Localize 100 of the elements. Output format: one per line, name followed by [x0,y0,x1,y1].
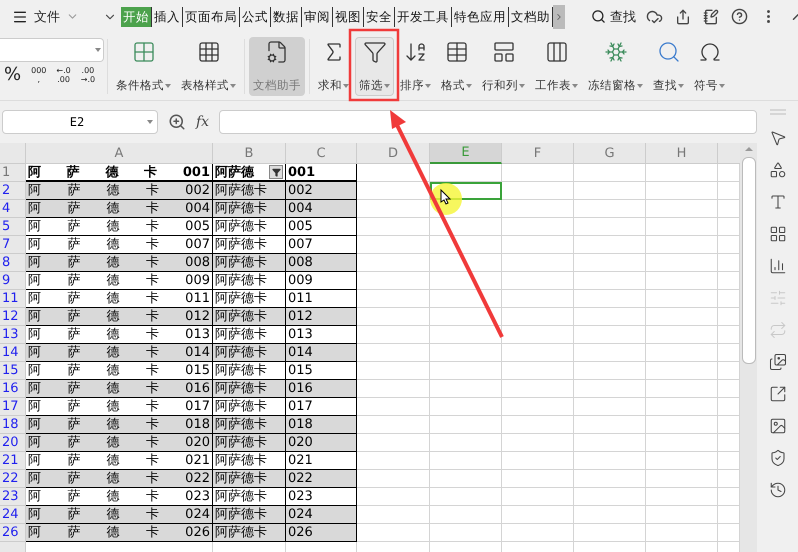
column-header[interactable]: D [357,143,430,164]
ribbon-tab[interactable]: 公式 [240,6,271,26]
ribbon-tab[interactable]: 开发工具 [395,6,452,26]
table-cell: 005 [286,218,357,236]
table-cell: 阿萨德卡 [213,434,286,452]
table-cell: 020 [286,434,357,452]
table-cell: 阿萨德卡 [213,344,286,362]
ribbon-tab[interactable]: 数据 [271,6,302,26]
table-cell: 阿萨德卡 [213,398,286,416]
ribbon-tab[interactable]: 页面布局 [183,6,240,26]
table-cell: 阿萨德卡 [213,470,286,488]
table-cell: 阿 萨 德 卡 018 [26,416,213,434]
table-cell: 阿 萨 德 卡 015 [26,362,213,380]
table-cell: 024 [286,506,357,524]
row-number[interactable]: 21 [0,452,26,470]
table-cell: 阿 萨 德 卡 001 [26,164,213,182]
table-style-button[interactable]: 表格样式 [177,37,240,96]
row-number[interactable]: 15 [0,362,26,380]
row-number[interactable]: 18 [0,416,26,434]
row-number[interactable]: 2 [0,182,26,200]
table-cell: 002 [286,182,357,200]
table-cell: 阿 萨 德 卡 022 [26,470,213,488]
table-cell: 阿 萨 德 卡 020 [26,434,213,452]
rows-cols-button[interactable]: 行和列 [478,37,529,96]
row-number[interactable]: 7 [0,236,26,254]
search-button[interactable]: 查找 [585,6,642,26]
number-format-button[interactable]: .00 →.0 [80,66,96,84]
ribbon-tab[interactable]: 视图 [333,6,364,26]
column-header[interactable]: G [574,143,646,164]
table-cell: 阿 萨 德 卡 024 [26,506,213,524]
find-button[interactable]: 查找 [649,37,688,96]
row-number[interactable]: 16 [0,380,26,398]
table-cell: 阿萨德卡 [213,506,286,524]
row-number[interactable]: 23 [0,488,26,506]
table-cell: 阿 萨 德 卡 016 [26,380,213,398]
row-number[interactable]: 20 [0,434,26,452]
table-cell: 012 [286,308,357,326]
table-cell: 阿 萨 德 卡 026 [26,524,213,542]
ribbon-tab[interactable]: 特色应用 [452,6,509,26]
table-cell: 026 [286,524,357,542]
ribbon-tab[interactable]: 审阅 [302,6,333,26]
table-cell: 阿 萨 德 卡 023 [26,488,213,506]
column-header[interactable]: B [213,143,286,164]
row-number[interactable]: 12 [0,308,26,326]
number-format-button[interactable]: ←.0 .00 [56,66,71,84]
sum-button[interactable]: 求和 [314,37,353,96]
conditional-button[interactable]: 条件格式 [112,37,175,96]
row-number[interactable]: 26 [0,524,26,542]
fx-label[interactable]: fx [196,114,210,130]
sheet-button[interactable]: 工作表 [531,37,582,96]
sort-button[interactable]: 排序 [396,37,435,96]
table-cell: 阿萨德卡 [213,236,286,254]
table-cell: 阿 萨 德 卡 002 [26,182,213,200]
row-number[interactable]: 4 [0,200,26,218]
row-number[interactable]: 1 [0,164,26,182]
table-cell: 阿萨德卡 [213,452,286,470]
row-number[interactable]: 14 [0,344,26,362]
table-cell: 阿 萨 德 卡 009 [26,272,213,290]
table-cell: 008 [286,254,357,272]
table-cell: 阿 萨 德 卡 011 [26,290,213,308]
filter-button[interactable]: 筛选 [355,37,394,96]
table-cell: 021 [286,452,357,470]
table-cell: 阿萨德卡 [213,380,286,398]
format-button[interactable]: 格式 [437,37,476,96]
table-cell: 018 [286,416,357,434]
table-cell: 阿萨德卡 [213,524,286,542]
table-cell: 007 [286,236,357,254]
number-format-button[interactable]: % [4,66,22,84]
row-number[interactable]: 17 [0,398,26,416]
row-number[interactable]: 5 [0,218,26,236]
table-cell: 阿萨德卡 [213,272,286,290]
table-cell: 023 [286,488,357,506]
table-cell: 阿萨德卡 [213,182,286,200]
table-cell: 阿 萨 德 卡 004 [26,200,213,218]
name-box[interactable]: E2 [2,110,158,134]
file-menu[interactable]: 文件 [8,6,83,28]
table-cell: 阿萨德卡 [213,254,286,272]
table-cell: 阿萨德卡 [213,488,286,506]
row-number[interactable]: 24 [0,506,26,524]
ribbon-tab[interactable]: 安全 [364,6,395,26]
number-format-button[interactable]: 000 , [31,66,46,84]
table-cell: 阿萨德卡 [213,308,286,326]
column-header[interactable]: F [502,143,574,164]
symbol-button[interactable]: 符号 [690,37,729,96]
row-number[interactable]: 9 [0,272,26,290]
row-number[interactable]: 8 [0,254,26,272]
row-number[interactable]: 13 [0,326,26,344]
column-header[interactable]: H [646,143,718,164]
column-header[interactable]: C [286,143,357,164]
table-cell: 013 [286,326,357,344]
table-cell: 阿 萨 德 卡 007 [26,236,213,254]
table-cell: 阿 萨 德 卡 014 [26,344,213,362]
table-cell: 017 [286,398,357,416]
ribbon-tab[interactable]: 插入 [152,6,183,26]
table-cell: 009 [286,272,357,290]
freeze-button[interactable]: 冻结窗格 [584,37,647,96]
column-header[interactable]: A [26,143,213,164]
row-number[interactable]: 22 [0,470,26,488]
row-number[interactable]: 11 [0,290,26,308]
table-cell: 阿萨德卡 [213,200,286,218]
